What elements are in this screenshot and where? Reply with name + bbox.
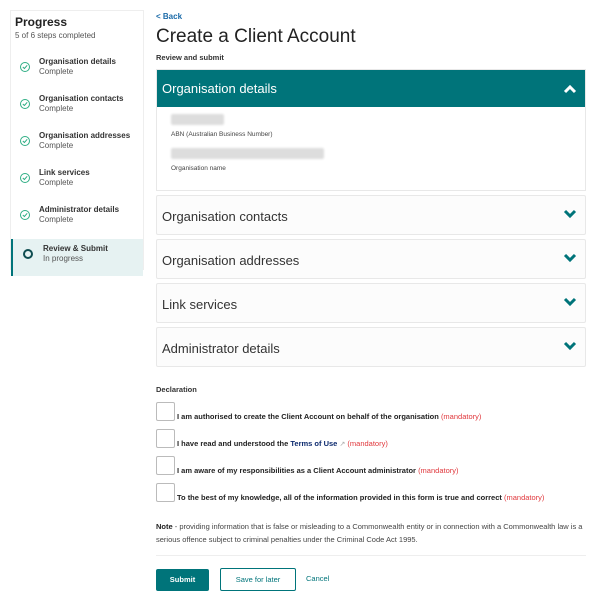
section-administrator-details[interactable]: Administrator details [156,327,586,367]
step-review-submit[interactable]: Review & Submit In progress [11,239,143,276]
declaration-item: To the best of my knowledge, all of the … [156,483,586,502]
declaration-text: I am aware of my responsibilities as a C… [177,466,459,475]
step-status: Complete [39,215,74,224]
declaration-checkbox-true-correct[interactable] [156,483,175,502]
organisation-name-label: Organisation name [171,165,226,172]
section-title: Organisation details [162,81,277,96]
mandatory-label: (mandatory) [440,412,482,421]
declaration-title: Declaration [156,385,197,394]
check-circle-icon [20,173,30,183]
step-status: Complete [39,141,74,150]
step-label: Administrator details [39,205,120,214]
declaration-label: To the best of my knowledge, all of the … [177,493,502,502]
save-for-later-button[interactable]: Save for later [220,568,296,591]
section-title: Organisation addresses [162,253,300,268]
abn-label: ABN (Australian Business Number) [171,131,273,138]
step-organisation-contacts[interactable]: Organisation contacts Complete [11,89,143,126]
mandatory-label: (mandatory) [504,493,545,502]
mandatory-label: (mandatory) [347,439,388,448]
note-bold: Note [156,522,173,531]
progress-sidebar: Progress 5 of 6 steps completed Organisa… [10,10,144,276]
declaration-checkbox-responsibilities[interactable] [156,456,175,475]
section-body: ABN (Australian Business Number) Organis… [157,107,585,190]
chevron-down-icon[interactable] [563,339,577,354]
step-status: Complete [39,178,74,187]
declaration-checkbox-terms[interactable] [156,429,175,448]
chevron-down-icon[interactable] [563,295,577,310]
circle-icon [23,249,33,259]
step-status: Complete [39,104,74,113]
step-label: Link services [39,168,90,177]
step-label: Review & Submit [43,244,108,253]
step-administrator-details[interactable]: Administrator details Complete [11,200,143,237]
abn-value-redacted [171,114,224,125]
section-organisation-contacts[interactable]: Organisation contacts [156,195,586,235]
step-status: In progress [43,254,84,263]
section-organisation-addresses[interactable]: Organisation addresses [156,239,586,279]
progress-subtitle: 5 of 6 steps completed [15,31,96,40]
step-link-services[interactable]: Link services Complete [11,163,143,200]
section-title: Link services [162,297,238,312]
divider [156,555,586,556]
main-content: < Back Create a Client Account Review an… [156,0,586,591]
check-circle-icon [20,210,30,220]
section-title: Administrator details [162,341,280,356]
declaration-label: I have read and understood the [177,439,289,448]
check-circle-icon [20,136,30,146]
action-buttons: Submit Save for later Cancel [156,568,586,591]
declaration-label: I am authorised to create the Client Acc… [177,412,439,421]
step-organisation-addresses[interactable]: Organisation addresses Complete [11,126,143,163]
step-organisation-details[interactable]: Organisation details Complete [11,52,143,89]
external-link-icon: ↗ [339,441,346,448]
section-title: Organisation contacts [162,209,288,224]
page-subtitle: Review and submit [156,53,224,62]
step-status: Complete [39,67,74,76]
chevron-down-icon[interactable] [563,251,577,266]
check-circle-icon [20,99,30,109]
terms-of-use-link[interactable]: Terms of Use [290,439,337,448]
legal-note: Note - providing information that is fal… [156,520,586,546]
section-link-services[interactable]: Link services [156,283,586,323]
declaration-text: I have read and understood the Terms of … [177,439,388,448]
mandatory-label: (mandatory) [418,466,459,475]
note-text: - providing information that is false or… [156,522,583,544]
progress-title: Progress [15,15,68,29]
section-header[interactable]: Organisation details [157,70,585,107]
check-circle-icon [20,62,30,72]
step-label: Organisation contacts [39,94,124,103]
declaration-item: I am aware of my responsibilities as a C… [156,456,586,475]
declaration-item: I am authorised to create the Client Acc… [156,402,586,421]
declaration-text: To the best of my knowledge, all of the … [177,493,544,502]
organisation-name-value-redacted [171,148,324,159]
section-organisation-details: Organisation details ABN (Australian Bus… [156,69,586,191]
submit-button[interactable]: Submit [156,568,209,591]
step-label: Organisation addresses [39,131,131,140]
chevron-up-icon[interactable] [563,82,577,97]
chevron-down-icon[interactable] [563,207,577,222]
back-link[interactable]: < Back [156,12,586,21]
step-label: Organisation details [39,57,116,66]
declaration-text: I am authorised to create the Client Acc… [177,412,481,421]
declaration-label: I am aware of my responsibilities as a C… [177,466,416,475]
cancel-link[interactable]: Cancel [306,574,329,583]
page-title: Create a Client Account [156,26,356,47]
declaration-checkbox-authorised[interactable] [156,402,175,421]
declaration-item: I have read and understood the Terms of … [156,429,586,448]
